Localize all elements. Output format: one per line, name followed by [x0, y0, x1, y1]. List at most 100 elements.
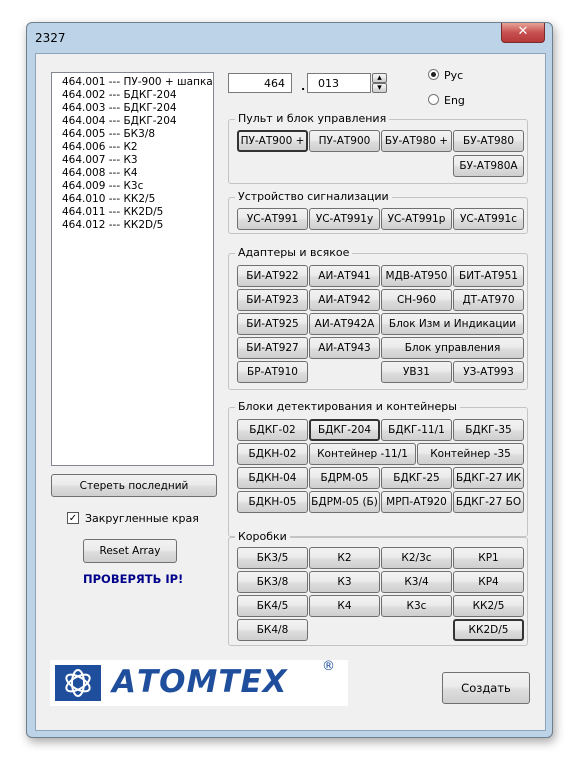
- mdv-at950-button[interactable]: МДВ-АТ950: [381, 265, 452, 287]
- registered-mark: ®: [322, 659, 335, 674]
- checkmark-icon: ✓: [68, 513, 78, 524]
- kr1-button[interactable]: КР1: [453, 547, 524, 569]
- kk2-5-button[interactable]: КК2/5: [453, 595, 524, 617]
- list-item[interactable]: 464.005 --- БК3/8: [62, 128, 213, 141]
- bk4-5-button[interactable]: БК4/5: [237, 595, 308, 617]
- window-title: 2327: [35, 31, 66, 45]
- title-bar[interactable]: 2327 ✕: [27, 23, 552, 53]
- uz-at993-button[interactable]: УЗ-АТ993: [453, 361, 524, 383]
- bk3-8-button[interactable]: БК3/8: [237, 571, 308, 593]
- serial-number-field[interactable]: 013: [307, 73, 371, 93]
- list-item[interactable]: 464.007 --- К3: [62, 154, 213, 167]
- spin-down-button[interactable]: ▾: [372, 83, 387, 93]
- bit-at951-button[interactable]: БИТ-АТ951: [453, 265, 524, 287]
- ai-at941-button[interactable]: АИ-АТ941: [309, 265, 380, 287]
- bdkg-35-button[interactable]: БДКГ-35: [453, 419, 524, 441]
- bk4-8-button[interactable]: БК4/8: [237, 619, 308, 641]
- sn-960-button[interactable]: СН-960: [381, 289, 452, 311]
- bi-at923-button[interactable]: БИ-АТ923: [237, 289, 308, 311]
- app-window: 2327 ✕ 464.001 --- ПУ-900 + шапка 464.00…: [26, 22, 553, 738]
- us-at991s-button[interactable]: УС-АТ991с: [453, 208, 524, 230]
- list-item[interactable]: 464.006 --- К2: [62, 141, 213, 154]
- spin-up-button[interactable]: ▴: [372, 73, 387, 83]
- control-block-button[interactable]: Блок управления: [381, 337, 524, 359]
- list-item[interactable]: 464.002 --- БДКГ-204: [62, 89, 213, 102]
- list-item[interactable]: 464.008 --- К4: [62, 167, 213, 180]
- adapters-group-label: Адаптеры и всякое: [235, 246, 353, 259]
- k2-button[interactable]: К2: [309, 547, 380, 569]
- k2-3s-button[interactable]: К2/3с: [381, 547, 452, 569]
- pu-at900-button[interactable]: ПУ-АТ900: [309, 130, 380, 152]
- kr4-button[interactable]: КР4: [453, 571, 524, 593]
- list-item[interactable]: 464.001 --- ПУ-900 + шапка: [62, 76, 213, 89]
- chevron-up-icon: ▴: [377, 73, 382, 83]
- bi-at925-button[interactable]: БИ-АТ925: [237, 313, 308, 335]
- k3s-button[interactable]: К3с: [381, 595, 452, 617]
- bdkg-02-button[interactable]: БДКГ-02: [237, 419, 308, 441]
- lang-eng-radio[interactable]: [428, 94, 439, 105]
- bdrm-05-button[interactable]: БДРМ-05: [309, 467, 380, 489]
- list-item[interactable]: 464.011 --- КК2D/5: [62, 206, 213, 219]
- uv31-button[interactable]: УВ31: [381, 361, 452, 383]
- signal-device-group-label: Устройство сигнализации: [235, 190, 392, 203]
- close-button[interactable]: ✕: [501, 23, 545, 43]
- bi-at927-button[interactable]: БИ-АТ927: [237, 337, 308, 359]
- create-button[interactable]: Создать: [442, 672, 530, 704]
- clear-last-button[interactable]: Стереть последний: [51, 474, 217, 497]
- atom-logo-icon: [55, 665, 101, 701]
- ai-at942a-button[interactable]: АИ-АТ942А: [309, 313, 380, 335]
- list-item[interactable]: 464.010 --- КК2/5: [62, 193, 213, 206]
- lang-rus-radio[interactable]: [428, 69, 439, 80]
- us-at991r-button[interactable]: УС-АТ991р: [381, 208, 452, 230]
- pu-at900-plus-button[interactable]: ПУ-АТ900 +: [237, 130, 308, 152]
- container-35-button[interactable]: Контейнер -35: [417, 443, 524, 465]
- bk3-5-button[interactable]: БК3/5: [237, 547, 308, 569]
- bdkn-04-button[interactable]: БДКН-04: [237, 467, 308, 489]
- list-item[interactable]: 464.004 --- БДКГ-204: [62, 115, 213, 128]
- dt-at970-button[interactable]: ДТ-АТ970: [453, 289, 524, 311]
- k3-4-button[interactable]: К3/4: [381, 571, 452, 593]
- lang-eng-label: Eng: [444, 94, 465, 107]
- k3-button[interactable]: К3: [309, 571, 380, 593]
- bdkg-11-1-button[interactable]: БДКГ-11/1: [381, 419, 452, 441]
- detectors-group-label: Блоки детектирования и контейнеры: [235, 400, 460, 413]
- bdkn-05-button[interactable]: БДКН-05: [237, 491, 308, 513]
- ai-at943-button[interactable]: АИ-АТ943: [309, 337, 380, 359]
- ai-at942-button[interactable]: АИ-АТ942: [309, 289, 380, 311]
- bdkg-27-bo-button[interactable]: БДКГ-27 БО: [453, 491, 524, 513]
- mrp-at920-button[interactable]: МРП-АТ920: [381, 491, 452, 513]
- bu-at980a-button[interactable]: БУ-АТ980А: [453, 155, 524, 177]
- remote-control-group-label: Пульт и блок управления: [235, 112, 390, 125]
- chevron-down-icon: ▾: [377, 83, 382, 93]
- us-at991-button[interactable]: УС-АТ991: [237, 208, 308, 230]
- k4-button[interactable]: К4: [309, 595, 380, 617]
- list-item[interactable]: 464.009 --- К3с: [62, 180, 213, 193]
- container-11-1-button[interactable]: Контейнер -11/1: [309, 443, 416, 465]
- us-at991u-button[interactable]: УС-АТ991у: [309, 208, 380, 230]
- bdkg-25-button[interactable]: БДКГ-25: [381, 467, 452, 489]
- bdkg-27-ik-button[interactable]: БДКГ-27 ИК: [453, 467, 524, 489]
- bu-at980-button[interactable]: БУ-АТ980: [453, 130, 524, 152]
- measure-indication-block-button[interactable]: Блок Изм и Индикации: [381, 313, 524, 335]
- close-icon: ✕: [517, 24, 529, 39]
- br-at910-button[interactable]: БР-АТ910: [237, 361, 308, 383]
- boxes-group-label: Коробки: [235, 530, 290, 543]
- logo-text: АТОМТЕХ: [112, 664, 288, 700]
- list-item[interactable]: 464.012 --- КК2D/5: [62, 219, 213, 232]
- company-logo: АТОМТЕХ ®: [50, 659, 348, 706]
- list-item[interactable]: 464.003 --- БДКГ-204: [62, 102, 213, 115]
- serial-prefix-field[interactable]: 464: [228, 73, 292, 93]
- reset-array-button[interactable]: Reset Array: [83, 539, 177, 563]
- check-ip-warning: ПРОВЕРЯТЬ IP!: [83, 572, 184, 586]
- bu-at980-plus-button[interactable]: БУ-АТ980 +: [381, 130, 452, 152]
- bdkg-204-button[interactable]: БДКГ-204: [309, 419, 380, 441]
- bdrm-05-b-button[interactable]: БДРМ-05 (Б): [309, 491, 380, 513]
- rounded-corners-label: Закругленные края: [85, 512, 199, 525]
- field-separator: .: [301, 80, 306, 93]
- record-list[interactable]: 464.001 --- ПУ-900 + шапка 464.002 --- Б…: [51, 72, 214, 466]
- rounded-corners-checkbox[interactable]: ✓: [67, 512, 79, 524]
- lang-rus-label: Рус: [444, 69, 464, 82]
- bi-at922-button[interactable]: БИ-АТ922: [237, 265, 308, 287]
- kk2d-5-button[interactable]: КК2D/5: [453, 619, 524, 641]
- bdkn-02-button[interactable]: БДКН-02: [237, 443, 308, 465]
